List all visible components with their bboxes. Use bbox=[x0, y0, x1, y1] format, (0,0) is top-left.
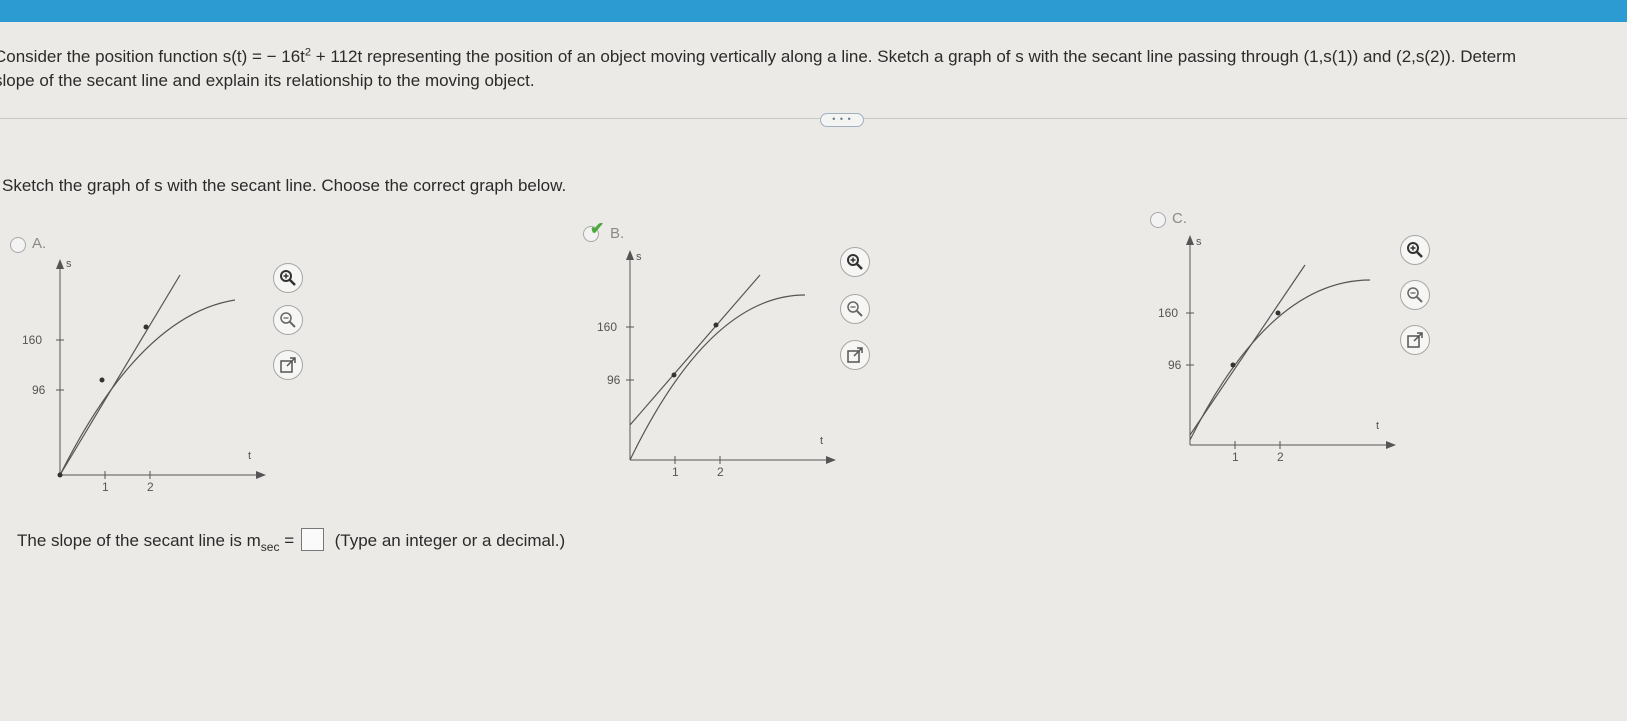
checkmark-icon: ✔ bbox=[590, 219, 605, 238]
zoom-out-icon bbox=[280, 312, 296, 328]
x-tick-2: 2 bbox=[717, 465, 724, 479]
zoom-in-icon bbox=[847, 254, 863, 270]
y-tick-160: 160 bbox=[597, 320, 617, 334]
graph-option-b: s t 160 96 1 2 bbox=[597, 250, 836, 479]
open-new-window-button-a[interactable] bbox=[273, 350, 303, 380]
y-tick-160: 160 bbox=[22, 333, 42, 347]
zoom-out-icon bbox=[847, 301, 863, 317]
curve-s bbox=[629, 294, 806, 461]
curve-s bbox=[1189, 279, 1371, 441]
zoom-in-icon bbox=[1407, 242, 1423, 258]
answer-prefix: The slope of the secant line is m bbox=[17, 530, 261, 550]
slope-answer-input[interactable] bbox=[300, 528, 324, 551]
t-axis-label: t bbox=[820, 435, 823, 447]
y-tick-96: 96 bbox=[1168, 358, 1182, 372]
y-tick-96: 96 bbox=[607, 373, 621, 387]
option-b-label: B. bbox=[610, 225, 625, 242]
answer-hint: (Type an integer or a decimal.) bbox=[334, 530, 566, 550]
prompt-text: Sketch the graph of s with the secant li… bbox=[2, 176, 567, 195]
zoom-out-icon bbox=[1407, 287, 1423, 303]
y-tick-96: 96 bbox=[32, 383, 46, 397]
zoom-in-button-b[interactable] bbox=[840, 247, 870, 277]
open-new-window-icon bbox=[280, 357, 296, 373]
answer-line: The slope of the secant line is msec = (… bbox=[17, 528, 566, 554]
divider bbox=[0, 118, 1627, 119]
s-axis-label: s bbox=[66, 258, 72, 270]
y-tick-160: 160 bbox=[1158, 306, 1178, 320]
question-text: Consider the position function s(t) = − … bbox=[0, 40, 1627, 93]
zoom-out-button-c[interactable] bbox=[1400, 280, 1430, 310]
graph-option-a: s t 160 96 1 2 bbox=[22, 258, 266, 494]
x-tick-1: 1 bbox=[672, 465, 679, 479]
answer-equals: = bbox=[279, 530, 295, 550]
s-axis-label: s bbox=[636, 251, 642, 263]
x-tick-1: 1 bbox=[102, 480, 109, 494]
secant-line bbox=[629, 274, 761, 426]
option-a-radio[interactable] bbox=[10, 237, 26, 253]
zoom-in-button-a[interactable] bbox=[273, 263, 303, 293]
t-axis-label: t bbox=[1376, 420, 1379, 432]
s-axis-label: s bbox=[1196, 236, 1202, 248]
answer-subscript: sec bbox=[260, 539, 280, 554]
zoom-in-icon bbox=[280, 270, 296, 286]
x-tick-2: 2 bbox=[147, 480, 154, 494]
zoom-in-button-c[interactable] bbox=[1400, 235, 1430, 265]
secant-line bbox=[1189, 264, 1306, 436]
open-new-window-button-b[interactable] bbox=[840, 340, 870, 370]
open-new-window-icon bbox=[1407, 332, 1423, 348]
question-line1: Consider the position function s(t) = − … bbox=[0, 46, 1516, 66]
t-axis-label: t bbox=[248, 450, 251, 462]
option-c-radio[interactable] bbox=[1150, 212, 1166, 228]
zoom-out-button-b[interactable] bbox=[840, 294, 870, 324]
x-tick-2: 2 bbox=[1277, 450, 1284, 464]
secant-line bbox=[59, 274, 181, 476]
option-a-label: A. bbox=[32, 235, 47, 252]
question-line2: slope of the secant line and explain its… bbox=[0, 70, 535, 90]
option-c-label: C. bbox=[1172, 210, 1187, 227]
open-new-window-button-c[interactable] bbox=[1400, 325, 1430, 355]
more-button[interactable]: • • • bbox=[820, 113, 864, 127]
open-new-window-icon bbox=[847, 347, 863, 363]
zoom-out-button-a[interactable] bbox=[273, 305, 303, 335]
x-tick-1: 1 bbox=[1232, 450, 1239, 464]
top-banner bbox=[0, 0, 1627, 22]
graph-option-c: s t 160 96 1 2 bbox=[1158, 235, 1396, 464]
